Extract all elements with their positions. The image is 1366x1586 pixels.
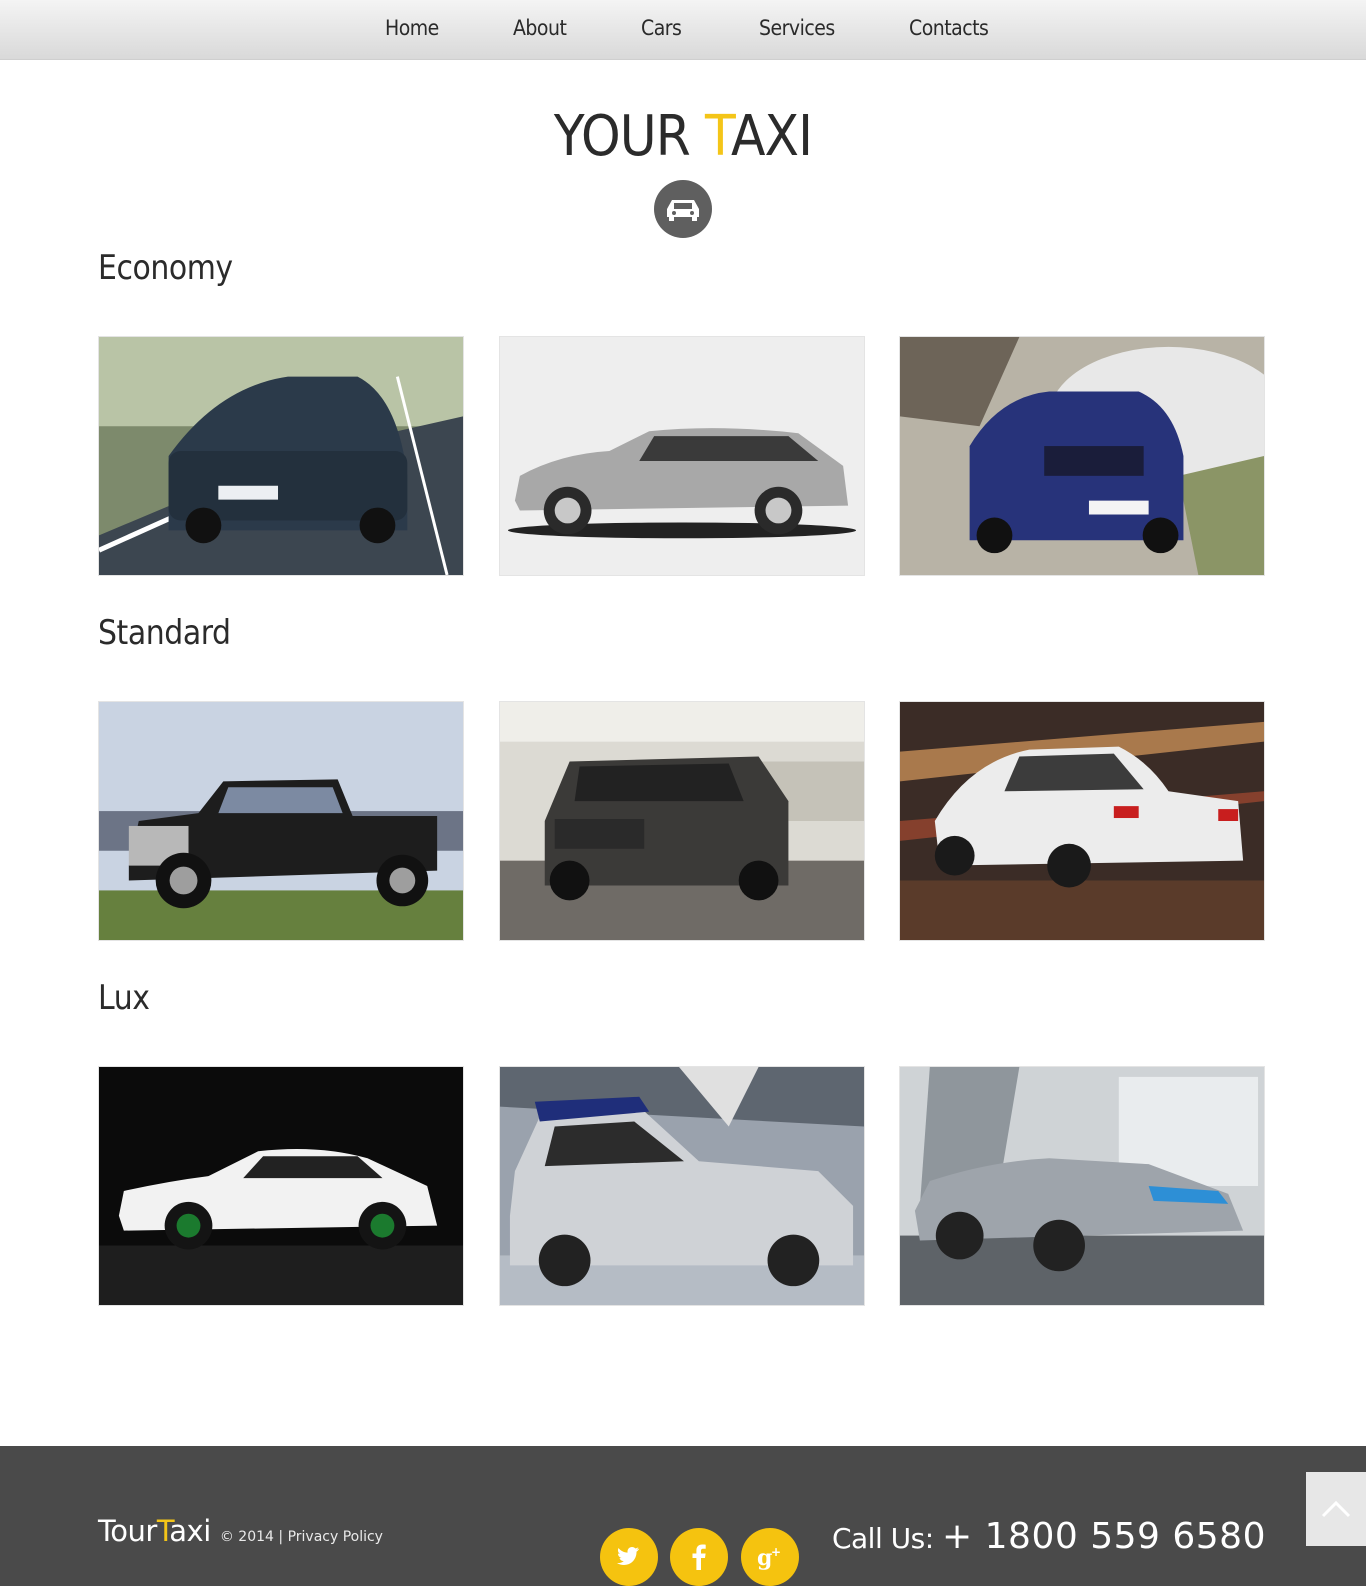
footer-copyright: © 2014 | [219,1529,288,1545]
white-sedan-photo[interactable] [899,701,1265,941]
footer-brand: TourTaxi © 2014 | Privacy Policy [98,1514,383,1548]
call-us-label: Call Us: [831,1522,943,1555]
call-us: Call Us: + 1800 559 6580 [832,1516,1266,1557]
logo-text-accent: T [704,104,732,169]
scroll-to-top-button[interactable] [1306,1472,1366,1546]
footer-logo-end: axi [169,1514,211,1548]
white-coupe-photo[interactable] [98,1066,464,1306]
site-logo-title: YOUR TAXI [68,104,1297,169]
phone-number[interactable]: + 1800 559 6580 [942,1516,1266,1557]
blue-suv-photo[interactable] [899,336,1265,576]
chevron-up-icon [1321,1500,1351,1518]
category-title-lux: Lux [98,978,150,1018]
silver-wagon-photo[interactable] [499,336,865,576]
facebook-icon[interactable] [670,1528,728,1586]
bmw-sedan-photo[interactable] [98,336,464,576]
twitter-icon[interactable] [600,1528,658,1586]
footer-logo-start: Tour [98,1514,157,1548]
category-title-economy: Economy [98,248,233,288]
top-navigation: Home About Cars Services Contacts [0,0,1366,60]
car-icon [654,180,712,238]
nav-home[interactable]: Home [385,16,439,40]
logo-text-end: AXI [730,104,813,169]
footer-logo: TourTaxi [98,1514,211,1548]
concept-roadster-photo[interactable] [899,1066,1265,1306]
footer-logo-accent: T [156,1514,170,1548]
logo-text-start: YOUR [553,104,705,169]
nav-contacts[interactable]: Contacts [909,16,989,40]
land-rover-photo[interactable] [499,701,865,941]
nav-cars[interactable]: Cars [641,16,682,40]
google-plus-icon[interactable]: g + [741,1528,799,1586]
privacy-policy-link[interactable]: Privacy Policy [288,1529,383,1545]
category-title-standard: Standard [98,613,231,653]
svg-text:+: + [771,1545,781,1559]
silver-hatchback-photo[interactable] [499,1066,865,1306]
pickup-truck-photo[interactable] [98,701,464,941]
nav-services[interactable]: Services [759,16,835,40]
site-footer: TourTaxi © 2014 | Privacy Policy g + Cal… [0,1446,1366,1586]
nav-about[interactable]: About [513,16,567,40]
